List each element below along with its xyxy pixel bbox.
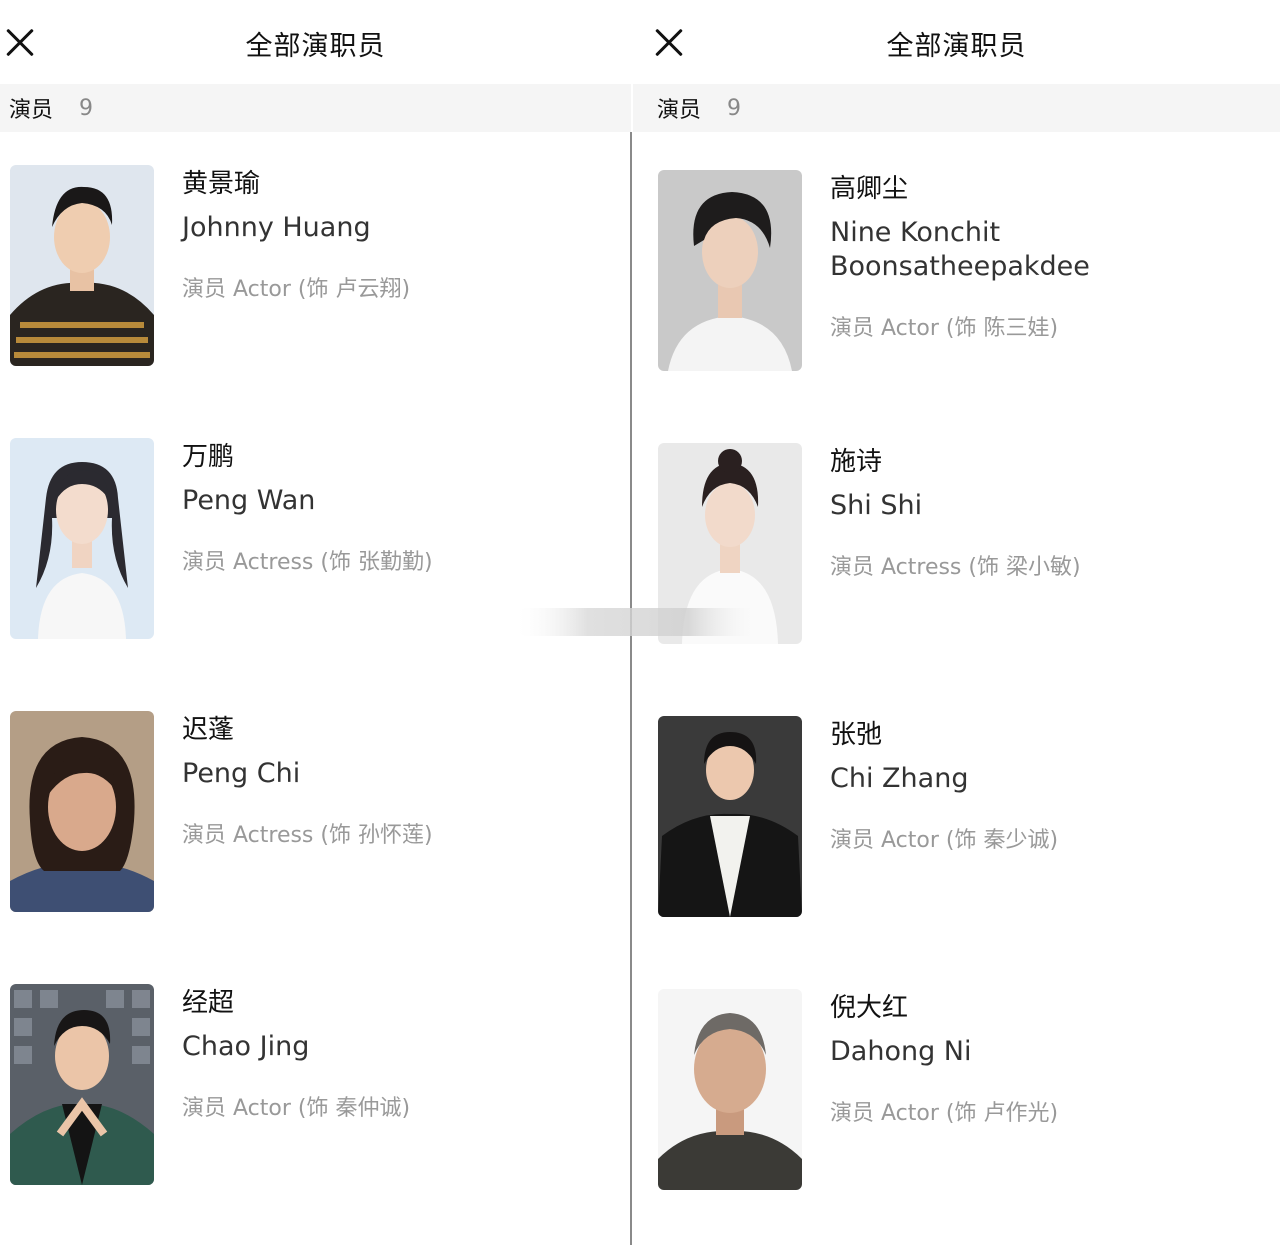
cast-item[interactable]: 张弛 Chi Zhang 演员 Actor (饰 秦少诚) (658, 716, 1268, 918)
cast-item[interactable]: 高卿尘 Nine Konchit Boonsatheepakdee 演员 Act… (658, 170, 1268, 372)
actor-role: 演员 Actress (饰 孙怀莲) (182, 823, 433, 848)
actor-name-cn: 高卿尘 (830, 174, 909, 204)
actor-role: 演员 Actor (饰 卢云翔) (182, 277, 411, 302)
section-label: 演员 (9, 98, 54, 123)
actor-photo (10, 711, 154, 912)
actor-name-cn: 万鹏 (182, 442, 235, 472)
actor-role: 演员 Actress (饰 梁小敏) (830, 555, 1081, 580)
cast-count-bar: 演员 9 (0, 84, 631, 132)
page-title: 全部演职员 (886, 31, 1027, 62)
watermark-overlay (513, 602, 763, 642)
section-label: 演员 (657, 98, 702, 123)
actor-name-en: Peng Chi (182, 758, 301, 789)
actor-role: 演员 Actor (饰 陈三娃) (830, 316, 1059, 341)
actor-name-en: Chi Zhang (830, 763, 969, 794)
cast-count: 9 (79, 95, 94, 121)
actor-name-cn: 迟蓬 (182, 715, 235, 745)
actor-role: 演员 Actor (饰 秦仲诚) (182, 1096, 411, 1121)
actor-name-cn: 张弛 (830, 720, 883, 750)
panel-divider (630, 132, 632, 1245)
actor-name-cn: 倪大红 (830, 993, 909, 1023)
actor-name-en: Dahong Ni (830, 1036, 972, 1067)
actor-photo (10, 984, 154, 1185)
actor-photo (10, 438, 154, 639)
actor-photo (658, 716, 802, 917)
actor-photo (658, 989, 802, 1190)
actor-photo (658, 170, 802, 371)
actor-name-en: Peng Wan (182, 485, 316, 516)
cast-count-bar: 演员 9 (633, 84, 1280, 132)
page-title: 全部演职员 (245, 31, 386, 62)
header: 全部演职员 (633, 0, 1280, 84)
cast-item[interactable]: 黄景瑜 Johnny Huang 演员 Actor (饰 卢云翔) (10, 165, 620, 367)
cast-item[interactable]: 经超 Chao Jing 演员 Actor (饰 秦仲诚) (10, 984, 620, 1186)
header: 全部演职员 (0, 0, 631, 84)
actor-name-cn: 黄景瑜 (182, 169, 261, 199)
actor-photo (10, 165, 154, 366)
cast-count: 9 (727, 95, 742, 121)
actor-name-en: Johnny Huang (182, 212, 371, 243)
actor-name-cn: 经超 (182, 988, 235, 1018)
actor-role: 演员 Actor (饰 秦少诚) (830, 828, 1059, 853)
actor-name-en: Nine Konchit Boonsatheepakdee (830, 217, 1090, 282)
cast-item[interactable]: 迟蓬 Peng Chi 演员 Actress (饰 孙怀莲) (10, 711, 620, 913)
actor-name-en: Chao Jing (182, 1031, 310, 1062)
actor-name-en: Shi Shi (830, 490, 923, 521)
actor-role: 演员 Actress (饰 张勤勤) (182, 550, 433, 575)
actor-name-cn: 施诗 (830, 447, 883, 477)
cast-item[interactable]: 倪大红 Dahong Ni 演员 Actor (饰 卢作光) (658, 989, 1268, 1191)
actor-role: 演员 Actor (饰 卢作光) (830, 1101, 1059, 1126)
